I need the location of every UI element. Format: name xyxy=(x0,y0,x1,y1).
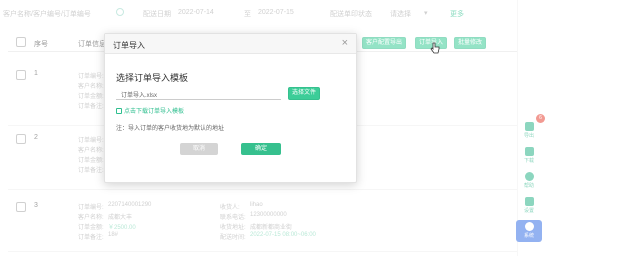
download-template-label: 点击下载订单导入模板 xyxy=(124,109,185,115)
dialog-title: 订单导入 xyxy=(113,41,145,50)
download-template-link[interactable]: 点击下载订单导入模板 xyxy=(116,106,184,115)
hand-cursor-icon xyxy=(430,42,440,54)
dialog-header: 订单导入 × xyxy=(105,34,356,54)
order-import-dialog: 订单导入 × 选择订单导入模板 订单导入.xlsx 选择文件 点击下载订单导入模… xyxy=(104,33,357,183)
download-icon xyxy=(116,108,122,114)
template-heading: 选择订单导入模板 xyxy=(116,73,189,83)
ok-button[interactable]: 确定 xyxy=(241,143,281,155)
cancel-button[interactable]: 取消 xyxy=(180,143,218,155)
close-icon[interactable]: × xyxy=(342,37,348,49)
file-name-field[interactable]: 订单导入.xlsx xyxy=(116,87,281,100)
import-note: 注：导入订单的客户收货地为默认的地址 xyxy=(116,126,225,132)
select-file-button[interactable]: 选择文件 xyxy=(288,87,321,100)
